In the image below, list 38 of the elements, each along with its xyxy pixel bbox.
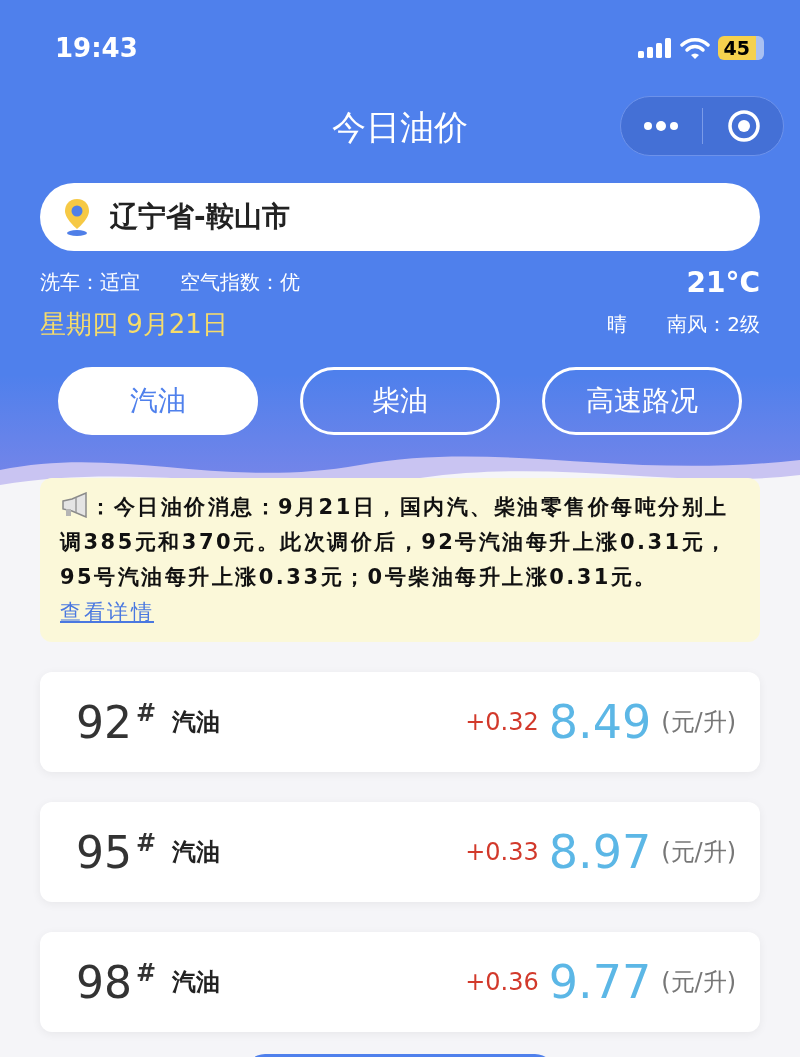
- price-unit: (元/升): [661, 967, 736, 998]
- price-unit: (元/升): [661, 707, 736, 738]
- fuel-type: 汽油: [172, 837, 221, 868]
- fuel-price: 8.97: [548, 825, 652, 879]
- price-change: +0.33: [465, 838, 539, 866]
- fuel-price: 8.49: [548, 695, 652, 749]
- page-title: 今日油价: [332, 106, 468, 149]
- location-field[interactable]: 辽宁省-鞍山市: [40, 183, 760, 251]
- fuel-grade: 95: [76, 826, 132, 878]
- grade-mark: #: [136, 698, 157, 727]
- battery-indicator: 45: [717, 36, 764, 60]
- details-link[interactable]: 查看详情: [60, 600, 154, 624]
- fuel-grade: 98: [76, 956, 132, 1008]
- air-index-label: 空气指数：优: [180, 268, 300, 296]
- price-change: +0.36: [465, 968, 539, 996]
- fuel-price: 9.77: [548, 955, 652, 1009]
- date-label: 星期四 9月21日: [40, 307, 228, 341]
- weather-condition: 晴: [607, 310, 628, 338]
- megaphone-icon: [60, 492, 90, 518]
- price-unit: (元/升): [661, 837, 736, 868]
- fuel-type: 汽油: [172, 707, 221, 738]
- tab[interactable]: 柴油: [300, 367, 500, 435]
- tab[interactable]: 高速路况: [542, 367, 742, 435]
- wind-label: 南风：2级: [667, 310, 760, 338]
- more-icon[interactable]: [642, 120, 679, 132]
- temperature: 21°C: [686, 265, 760, 299]
- notice-text: ：今日油价消息：9月21日，国内汽、柴油零售价每吨分别上调385元和370元。此次调价后，92号汽油每升上涨0.31元，95号汽油每升上涨0.33元；0号柴油每升上涨0.31元。 查看详情: [60, 490, 740, 630]
- fuel-type: 汽油: [172, 967, 221, 998]
- grade-mark: #: [136, 958, 157, 987]
- signal-icon: [637, 38, 672, 58]
- location-pin-icon: [62, 197, 92, 237]
- status-time: 19:43: [55, 33, 138, 63]
- wifi-icon: [679, 37, 710, 59]
- price-change: +0.32: [465, 708, 539, 736]
- car-wash-label: 洗车：适宜: [40, 268, 140, 296]
- fuel-grade: 92: [76, 696, 132, 748]
- grade-mark: #: [136, 828, 157, 857]
- tab[interactable]: 汽油: [58, 367, 258, 435]
